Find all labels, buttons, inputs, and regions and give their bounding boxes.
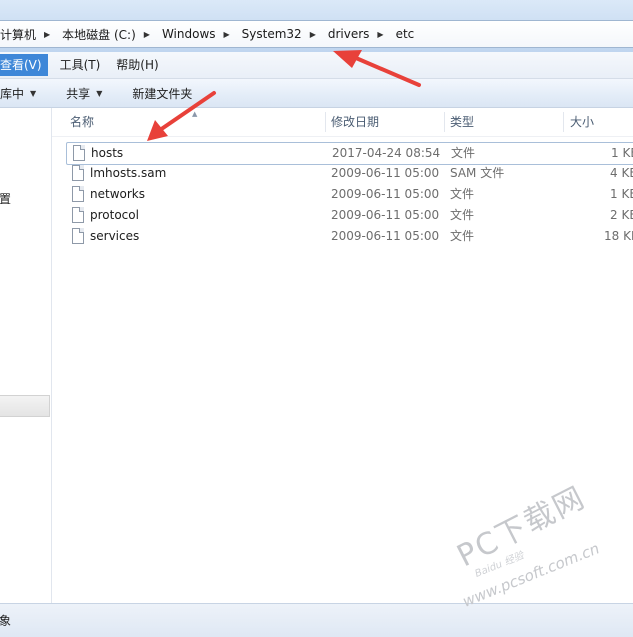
file-type: 文件 bbox=[451, 146, 476, 160]
file-icon bbox=[72, 228, 84, 244]
breadcrumb-windows[interactable]: Windows ▶ bbox=[156, 27, 236, 41]
file-modified: 2017-04-24 08:54 bbox=[332, 146, 441, 160]
column-header-type[interactable]: 类型 bbox=[450, 108, 474, 136]
file-size: 18 KB bbox=[604, 229, 633, 243]
file-row-services[interactable]: services 2009-06-11 05:00 文件 18 KB bbox=[66, 226, 633, 247]
breadcrumb-label: etc bbox=[395, 27, 415, 41]
nav-item[interactable]: 置 bbox=[0, 190, 11, 207]
status-bar: 象 bbox=[0, 603, 633, 637]
file-name: services bbox=[90, 229, 140, 243]
file-modified: 2009-06-11 05:00 bbox=[331, 229, 440, 243]
file-name: hosts bbox=[91, 146, 124, 160]
menu-tools[interactable]: 工具(T) bbox=[52, 54, 109, 76]
breadcrumb-label: drivers bbox=[327, 27, 370, 41]
nav-selected-item[interactable] bbox=[0, 395, 50, 417]
file-icon bbox=[73, 145, 85, 161]
file-size: 2 KB bbox=[610, 208, 633, 222]
breadcrumb-label: System32 bbox=[241, 27, 302, 41]
caret-down-icon: ▼ bbox=[30, 88, 37, 98]
column-divider[interactable] bbox=[563, 112, 564, 132]
breadcrumb-drivers[interactable]: drivers ▶ bbox=[322, 27, 390, 41]
address-bar-area: 计算机 ▶ 本地磁盘 (C:) ▶ Windows ▶ System32 ▶ drive… bbox=[0, 0, 633, 52]
caret-down-icon: ▼ bbox=[96, 88, 103, 98]
file-name: networks bbox=[90, 187, 145, 201]
share-button[interactable]: 共享 ▼ bbox=[48, 85, 114, 102]
button-label: 共享 bbox=[66, 86, 91, 101]
file-modified: 2009-06-11 05:00 bbox=[331, 166, 440, 180]
file-name: lmhosts.sam bbox=[90, 166, 167, 180]
chevron-right-icon[interactable]: ▶ bbox=[144, 30, 150, 39]
column-header-row: 名称 ▲ 修改日期 类型 大小 bbox=[52, 108, 633, 137]
file-type: 文件 bbox=[450, 187, 475, 201]
file-size: 4 KB bbox=[610, 166, 633, 180]
file-icon bbox=[72, 165, 84, 181]
breadcrumb-system32[interactable]: System32 ▶ bbox=[236, 27, 322, 41]
chevron-right-icon[interactable]: ▶ bbox=[310, 30, 316, 39]
file-row-protocol[interactable]: protocol 2009-06-11 05:00 文件 2 KB bbox=[66, 205, 633, 226]
breadcrumb-etc[interactable]: etc bbox=[390, 27, 421, 41]
button-label: 库中 bbox=[0, 86, 25, 101]
button-label: 新建文件夹 bbox=[132, 86, 193, 101]
breadcrumb-local-disk[interactable]: 本地磁盘 (C:) ▶ bbox=[56, 26, 156, 43]
sort-arrow-icon: ▲ bbox=[192, 110, 198, 118]
breadcrumb-computer[interactable]: 计算机 ▶ bbox=[0, 26, 56, 43]
new-folder-button[interactable]: 新建文件夹 bbox=[114, 85, 204, 102]
file-icon bbox=[72, 186, 84, 202]
include-in-library-button[interactable]: 库中 ▼ bbox=[0, 85, 48, 102]
menu-help[interactable]: 帮助(H) bbox=[108, 54, 166, 76]
file-type: 文件 bbox=[450, 208, 475, 222]
breadcrumb-label: 本地磁盘 (C:) bbox=[62, 27, 136, 42]
file-size: 1 KB bbox=[611, 146, 633, 160]
column-divider[interactable] bbox=[444, 112, 445, 132]
chevron-right-icon[interactable]: ▶ bbox=[44, 30, 50, 39]
column-divider[interactable] bbox=[325, 112, 326, 132]
column-header-modified[interactable]: 修改日期 bbox=[331, 108, 379, 136]
breadcrumb-label: Windows bbox=[161, 27, 216, 41]
menu-bar: 查看(V) 工具(T) 帮助(H) bbox=[0, 52, 633, 79]
column-header-size[interactable]: 大小 bbox=[570, 108, 594, 136]
file-row-networks[interactable]: networks 2009-06-11 05:00 文件 1 KB bbox=[66, 184, 633, 205]
breadcrumb-label: 计算机 bbox=[0, 27, 37, 42]
file-type: SAM 文件 bbox=[450, 166, 505, 180]
chevron-right-icon[interactable]: ▶ bbox=[224, 30, 230, 39]
file-size: 1 KB bbox=[610, 187, 633, 201]
file-type: 文件 bbox=[450, 229, 475, 243]
file-name: protocol bbox=[90, 208, 139, 222]
file-row-lmhosts[interactable]: lmhosts.sam 2009-06-11 05:00 SAM 文件 4 KB bbox=[66, 163, 633, 184]
file-modified: 2009-06-11 05:00 bbox=[331, 208, 440, 222]
navigation-pane: 置 bbox=[0, 108, 52, 603]
file-row-hosts[interactable]: hosts 2017-04-24 08:54 文件 1 KB bbox=[66, 142, 633, 165]
menu-view[interactable]: 查看(V) bbox=[0, 54, 48, 76]
status-text: 象 bbox=[0, 614, 12, 628]
file-icon bbox=[72, 207, 84, 223]
command-bar: 库中 ▼ 共享 ▼ 新建文件夹 bbox=[0, 79, 633, 108]
file-modified: 2009-06-11 05:00 bbox=[331, 187, 440, 201]
column-header-name[interactable]: 名称 bbox=[70, 108, 94, 136]
address-bar[interactable]: 计算机 ▶ 本地磁盘 (C:) ▶ Windows ▶ System32 ▶ drive… bbox=[0, 20, 633, 48]
chevron-right-icon[interactable]: ▶ bbox=[377, 30, 383, 39]
